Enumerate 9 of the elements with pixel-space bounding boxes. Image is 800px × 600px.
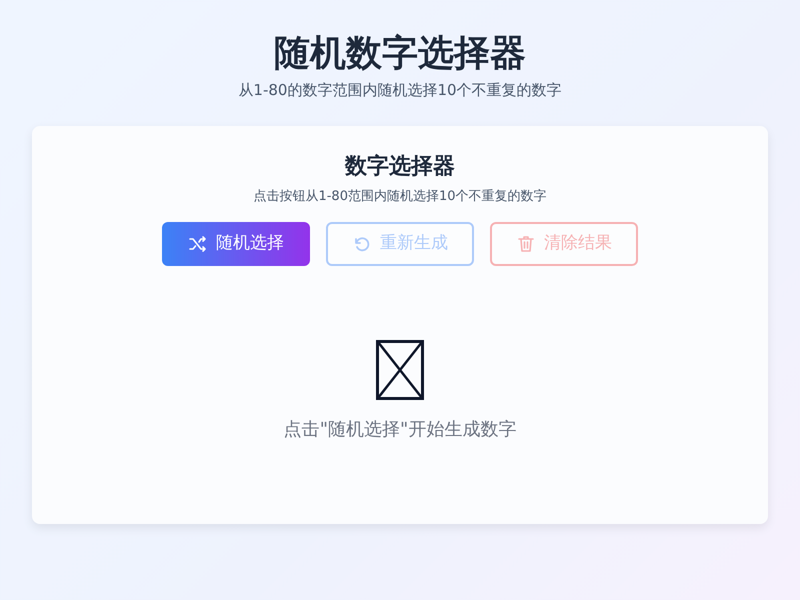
- empty-state-message: 点击"随机选择"开始生成数字: [284, 418, 516, 442]
- missing-glyph-icon: [376, 340, 424, 400]
- trash-icon: [516, 234, 536, 254]
- panel-description: 点击按钮从1-80范围内随机选择10个不重复的数字: [253, 188, 547, 206]
- page-subtitle: 从1-80的数字范围内随机选择10个不重复的数字: [238, 80, 562, 102]
- page-title: 随机数字选择器: [274, 32, 526, 76]
- random-select-button[interactable]: 随机选择: [162, 222, 310, 266]
- shuffle-icon: [188, 234, 208, 254]
- panel-title: 数字选择器: [345, 152, 455, 181]
